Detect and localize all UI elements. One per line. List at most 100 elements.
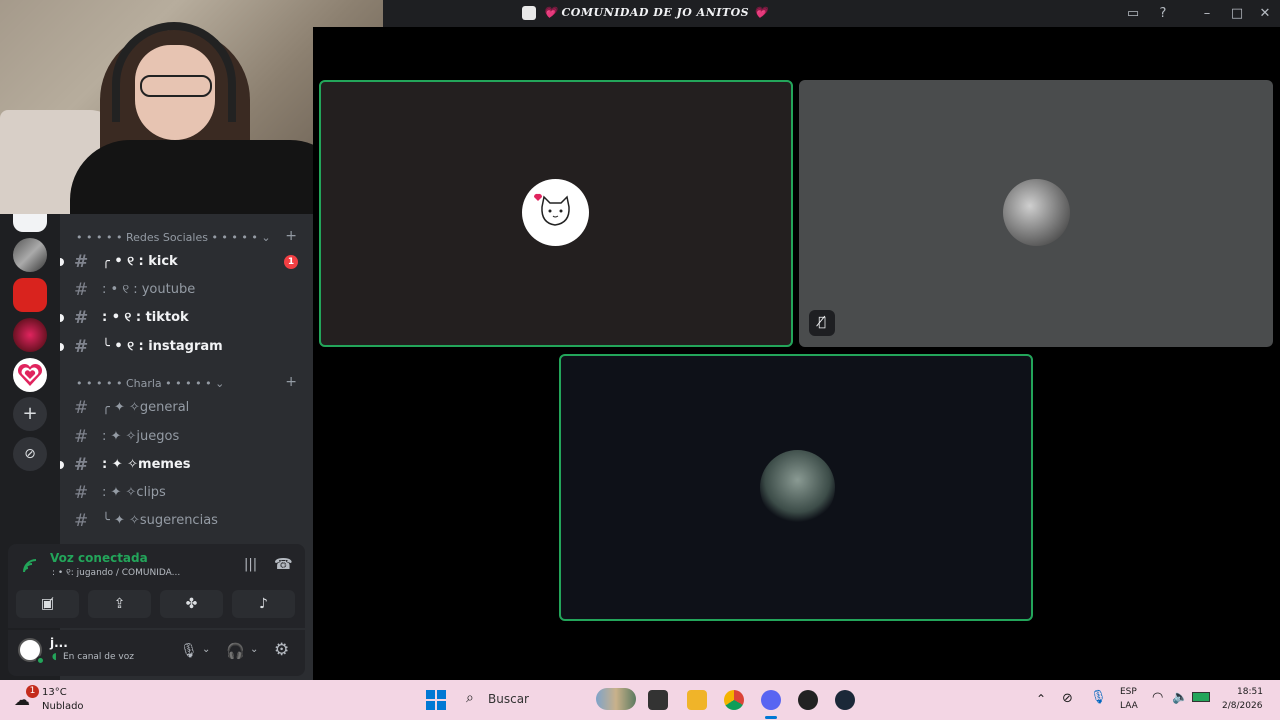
weather-description: Nublado xyxy=(42,701,84,712)
window-title: 💗 COMUNIDAD DE JO ANITOS 💗 xyxy=(543,6,768,19)
participant-tile-3[interactable] xyxy=(559,354,1033,621)
task-view-icon[interactable] xyxy=(648,690,668,710)
add-server-button[interactable]: + xyxy=(13,397,47,431)
webcam-person-body xyxy=(70,140,350,214)
soundboard-button[interactable]: ♪ xyxy=(232,590,295,618)
app-icon xyxy=(522,6,536,20)
weather-widget[interactable]: ☁ 1 13°C Nublado xyxy=(14,684,104,716)
unread-indicator xyxy=(60,314,64,322)
language-indicator-1[interactable]: ESP xyxy=(1120,687,1137,697)
channel-name: ╭ • ୧ : kick xyxy=(102,254,178,269)
hash-icon: # xyxy=(74,427,89,447)
channel-name: : • ୧ : tiktok xyxy=(102,310,189,325)
voice-stage: 🎙̸ xyxy=(313,27,1280,680)
channel-kick[interactable]: # ╭ • ୧ : kick 1 xyxy=(60,249,306,275)
participant-avatar xyxy=(1003,179,1070,246)
microphone-icon[interactable]: 🎙 xyxy=(180,643,198,659)
channel-name: ╰ • ୧ : instagram xyxy=(102,339,223,354)
language-indicator-2[interactable]: LAA xyxy=(1120,701,1138,711)
username: j... xyxy=(50,636,68,650)
clock-date[interactable]: 2/8/2026 xyxy=(1222,701,1262,711)
chevron-up-icon[interactable]: ⌃ xyxy=(1036,692,1046,706)
channel-name: : ✦ ✧juegos xyxy=(102,429,180,444)
maximize-button[interactable]: □ xyxy=(1228,5,1246,23)
microphone-icon[interactable]: 🎙 xyxy=(1090,690,1107,705)
channel-name: : ✦ ✧memes xyxy=(102,457,191,472)
channel-list: • • • • • Redes Sociales • • • • • ⌄ + #… xyxy=(60,214,313,544)
server-icon-1[interactable] xyxy=(13,214,47,232)
muted-microphone-icon: 🎙̸ xyxy=(809,310,835,336)
channel-memes[interactable]: # : ✦ ✧memes xyxy=(60,452,306,478)
channel-name: : ✦ ✧clips xyxy=(102,485,166,500)
user-status: En canal de voz xyxy=(63,652,134,662)
clock-time[interactable]: 18:51 xyxy=(1237,687,1263,697)
signal-icon[interactable] xyxy=(22,558,38,574)
search-icon: ⌕ xyxy=(466,690,474,706)
weather-temperature: 13°C xyxy=(42,687,67,698)
file-explorer-icon[interactable] xyxy=(687,690,707,710)
share-screen-button[interactable]: ⇪ xyxy=(88,590,151,618)
server-icon-5[interactable] xyxy=(13,358,47,392)
chrome-icon[interactable] xyxy=(724,690,744,710)
camera-off-button[interactable]: ▣̸ xyxy=(16,590,79,618)
user-panel: j... ◖ En canal de voz 🎙 ⌄ 🎧 ⌄ ⚙ xyxy=(8,630,305,676)
chevron-down-icon[interactable]: ⌄ xyxy=(202,644,210,655)
hash-icon: # xyxy=(74,398,89,418)
help-icon[interactable]: ? xyxy=(1154,5,1172,23)
windows-taskbar: ☁ 1 13°C Nublado ⌕ Buscar ⌃ ⊘ 🎙 ESP LAA … xyxy=(0,680,1280,720)
inbox-icon[interactable]: ▭ xyxy=(1124,5,1142,23)
window-titlebar: 💗 COMUNIDAD DE JO ANITOS 💗 ▭ ? – □ ✕ xyxy=(383,0,1280,27)
server-icon-3[interactable] xyxy=(13,278,47,312)
channel-name: : • ୧ : youtube xyxy=(102,282,196,297)
gear-icon[interactable]: ⚙ xyxy=(274,640,289,660)
voice-signal-icon: ◖ xyxy=(52,652,57,662)
taskbar-search-box[interactable]: ⌕ Buscar xyxy=(458,686,638,714)
headphones-icon[interactable]: 🎧 xyxy=(226,642,245,660)
obs-icon[interactable] xyxy=(798,690,818,710)
close-button[interactable]: ✕ xyxy=(1256,5,1274,23)
activities-button[interactable]: ✤ xyxy=(160,590,223,618)
explore-servers-button[interactable]: ⊘ xyxy=(13,437,47,471)
noise-suppression-icon[interactable]: ||| xyxy=(244,557,257,572)
unread-indicator xyxy=(60,258,64,266)
channel-youtube[interactable]: # : • ୧ : youtube xyxy=(68,277,306,303)
hash-icon: # xyxy=(74,252,89,272)
chevron-down-icon[interactable]: ⌄ xyxy=(250,644,258,655)
battery-icon[interactable] xyxy=(1192,692,1210,702)
search-placeholder: Buscar xyxy=(488,692,529,706)
channel-juegos[interactable]: # : ✦ ✧juegos xyxy=(68,424,306,450)
channel-general[interactable]: # ╭ ✦ ✧general xyxy=(68,395,306,421)
channel-clips[interactable]: # : ✦ ✧clips xyxy=(68,480,306,506)
hash-icon: # xyxy=(74,337,89,357)
network-off-icon[interactable]: ⊘ xyxy=(1062,691,1073,706)
server-icon-2[interactable] xyxy=(13,238,47,272)
channel-sugerencias[interactable]: # ╰ ✦ ✧sugerencias xyxy=(68,508,306,534)
steam-icon[interactable] xyxy=(835,690,855,710)
add-channel-icon[interactable]: + xyxy=(285,374,297,390)
start-button[interactable] xyxy=(426,690,446,710)
minimize-button[interactable]: – xyxy=(1198,5,1216,23)
hash-icon: # xyxy=(74,511,89,531)
disconnect-icon[interactable]: ☎ xyxy=(274,555,293,573)
discord-icon[interactable] xyxy=(761,690,781,710)
hash-icon: # xyxy=(74,483,89,503)
unread-indicator xyxy=(60,461,64,469)
webcam-headset xyxy=(112,22,236,122)
participant-avatar xyxy=(760,450,835,525)
participant-tile-1[interactable] xyxy=(319,80,793,347)
participant-tile-2[interactable]: 🎙̸ xyxy=(799,80,1273,347)
wifi-icon[interactable]: ◠ xyxy=(1152,690,1163,705)
channel-tiktok[interactable]: # : • ୧ : tiktok xyxy=(60,305,306,331)
voice-status-title: Voz conectada xyxy=(50,551,148,565)
voice-channel-path[interactable]: : • ୧: jugando / COMUNIDA... xyxy=(52,568,180,578)
unread-indicator xyxy=(60,343,64,351)
volume-icon[interactable]: 🔈 xyxy=(1172,690,1188,705)
channel-instagram[interactable]: # ╰ • ୧ : instagram xyxy=(60,334,306,360)
category-charla[interactable]: • • • • • Charla • • • • • ⌄ xyxy=(76,376,224,392)
hash-icon: # xyxy=(74,308,89,328)
heart-icon: 💗 xyxy=(753,6,768,19)
server-icon-4[interactable] xyxy=(13,318,47,352)
add-channel-icon[interactable]: + xyxy=(285,228,297,244)
online-status-dot xyxy=(36,656,45,665)
category-redes-sociales[interactable]: • • • • • Redes Sociales • • • • • ⌄ xyxy=(76,230,271,246)
